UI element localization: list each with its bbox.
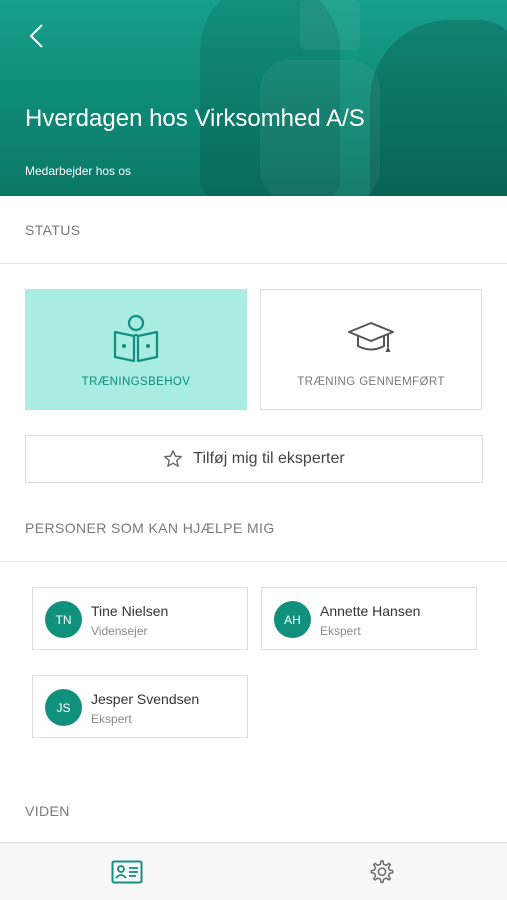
reading-person-icon [113,314,159,363]
divider [0,561,507,562]
star-icon [164,450,183,467]
divider [0,263,507,264]
person-role: Ekspert [91,712,132,726]
person-name: Tine Nielsen [91,603,169,619]
helpers-section-label: PERSONER SOM KAN HJÆLPE MIG [25,520,275,536]
person-name: Jesper Svendsen [91,691,200,707]
avatar: AH [274,601,311,638]
tab-profile[interactable] [0,843,253,900]
knowledge-section-label: VIDEN [25,803,70,819]
header-banner: Hverdagen hos Virksomhed A/S Medarbejder… [0,0,507,196]
training-need-card[interactable]: TRÆNINGSBEHOV [25,289,247,410]
add-me-to-experts-label: Tilføj mig til eksperter [193,450,345,467]
status-section-label: STATUS [25,222,81,238]
person-name: Annette Hansen [320,603,421,619]
training-need-label: TRÆNINGSBEHOV [81,376,191,388]
add-me-to-experts-button[interactable]: Tilføj mig til eksperter [25,435,483,483]
person-card-tine-nielsen[interactable]: TN Tine Nielsen Vidensejer [32,587,248,650]
back-button[interactable] [22,20,54,54]
page-subtitle: Medarbejder hos os [25,164,132,178]
tab-settings[interactable] [254,843,507,900]
person-role: Vidensejer [91,624,148,638]
person-role: Ekspert [320,624,361,638]
graduation-cap-icon [348,322,394,352]
header-photo-shade [300,0,360,50]
gear-icon [370,860,393,884]
profile-card-icon [111,860,142,884]
avatar: TN [45,601,82,638]
page-title: Hverdagen hos Virksomhed A/S [25,105,365,132]
person-card-annette-hansen[interactable]: AH Annette Hansen Ekspert [261,587,477,650]
header-photo-shade [370,20,507,196]
chevron-left-icon [29,24,43,48]
bottom-tab-bar [0,842,507,900]
training-completed-card[interactable]: TRÆNING GENNEMFØRT [260,289,482,410]
avatar: JS [45,689,82,726]
training-completed-label: TRÆNING GENNEMFØRT [297,376,445,388]
person-card-jesper-svendsen[interactable]: JS Jesper Svendsen Ekspert [32,675,248,738]
